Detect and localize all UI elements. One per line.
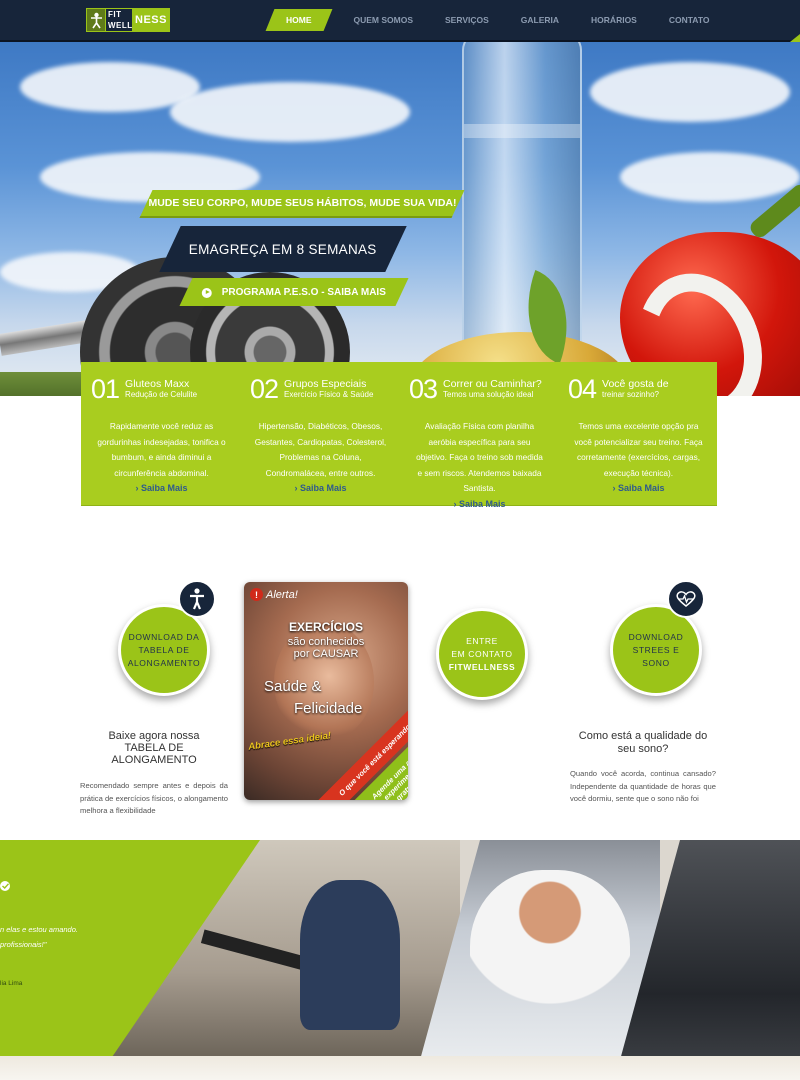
logo-figure-icon xyxy=(86,8,106,32)
saiba-mais-link[interactable]: › Saiba Mais xyxy=(250,481,391,495)
testimonial-quote: n elas e estou amando. profissionais!" xyxy=(0,925,78,949)
program-button[interactable]: PROGRAMA P.E.S.O - SAIBA MAIS xyxy=(179,278,409,306)
slogan-banner: MUDE SEU CORPO, MUDE SEUS HÁBITOS, MUDE … xyxy=(139,190,465,218)
feature-card: 03 Correr ou Caminhar? Temos uma solução … xyxy=(399,362,558,509)
saiba-mais-link[interactable]: › Saiba Mais xyxy=(568,481,709,495)
poster-line: EXERCÍCIOS xyxy=(288,620,363,634)
testimonial-gallery: n elas e estou amando. profissionais!" li… xyxy=(0,840,800,1080)
trainer-figure xyxy=(300,880,400,1030)
feature-text: Hipertensão, Diabéticos, Obesos, Gestant… xyxy=(254,421,387,478)
heartbeat-icon xyxy=(667,580,705,618)
nav-servicos[interactable]: SERVIÇOS xyxy=(429,9,505,31)
nav-contato[interactable]: CONTATO xyxy=(653,9,726,31)
logo-well: WELL xyxy=(108,21,133,30)
top-navbar: FIT WELL NESS HOME QUEM SOMOS SERVIÇOS G… xyxy=(0,0,800,42)
saiba-mais-link[interactable]: › Saiba Mais xyxy=(91,481,232,495)
sono-text: Quando você acorda, continua cansado? In… xyxy=(570,769,716,803)
features-strip: 01 Gluteos Maxx Redução de Celulite Rapid… xyxy=(81,362,717,509)
feature-title: Você gosta de xyxy=(602,378,669,390)
alongamento-title: Baixe agora nossa TABELA DE ALONGAMENTO xyxy=(108,730,200,766)
poster-line: Saúde & xyxy=(264,678,322,695)
headline-banner: EMAGREÇA EM 8 SEMANAS xyxy=(159,226,407,272)
sono-title: Como está a qualidade do seu sono? xyxy=(578,730,708,755)
play-icon xyxy=(201,287,212,297)
poster-line: são conhecidos por CAUSAR xyxy=(287,636,365,660)
feature-card: 01 Gluteos Maxx Redução de Celulite Rapid… xyxy=(81,362,240,505)
cloud xyxy=(590,62,790,122)
main-menu: HOME QUEM SOMOS SERVIÇOS GALERIA HORÁRIO… xyxy=(265,9,726,31)
poster-line: Felicidade xyxy=(294,700,363,717)
cloud xyxy=(620,152,800,202)
saiba-mais-link[interactable]: › Saiba Mais xyxy=(409,497,550,511)
feature-card: 04 Você gosta de treinar sozinho? Temos u… xyxy=(558,362,717,505)
feature-number: 02 xyxy=(250,374,279,404)
sono-info: Como está a qualidade do seu sono? Quando… xyxy=(570,730,716,806)
hero-banner: MUDE SEU CORPO, MUDE SEUS HÁBITOS, MUDE … xyxy=(0,42,800,396)
feature-number: 01 xyxy=(91,374,120,404)
feature-subtitle: Exercício Físico & Saúde xyxy=(284,390,374,399)
stretch-person-icon xyxy=(178,580,216,618)
logo-ness: NESS xyxy=(132,8,170,32)
nav-galeria[interactable]: GALERIA xyxy=(505,9,575,31)
alert-icon: ! xyxy=(250,588,263,601)
feature-subtitle: treinar sozinho? xyxy=(602,390,659,399)
nav-corner-accent xyxy=(790,34,800,42)
page-bottom-strip xyxy=(0,1056,800,1080)
nav-home[interactable]: HOME xyxy=(265,9,332,31)
feature-number: 03 xyxy=(409,374,438,404)
cloud xyxy=(170,82,410,142)
poster-line: Abrace essa ideia! xyxy=(247,730,332,753)
feature-title: Grupos Especiais xyxy=(284,378,367,390)
testimonial-author: lia Lima xyxy=(0,980,23,987)
site-logo[interactable]: FIT WELL NESS xyxy=(86,8,170,32)
alongamento-info: Baixe agora nossa TABELA DE ALONGAMENTO Re… xyxy=(80,730,228,818)
feature-title: Gluteos Maxx xyxy=(125,378,190,390)
athlete-figure xyxy=(470,870,630,1040)
feature-text: Temos uma excelente opção pra você poten… xyxy=(574,421,703,478)
logo-fit: FIT xyxy=(108,10,122,19)
feature-number: 04 xyxy=(568,374,597,404)
feature-text: Avaliação Física com planilha aeróbia es… xyxy=(416,421,543,493)
feature-card: 02 Grupos Especiais Exercício Físico & Sa… xyxy=(240,362,399,505)
check-icon xyxy=(0,881,10,891)
feature-text: Rapidamente você reduz as gordurinhas in… xyxy=(97,421,226,478)
contact-button[interactable]: ENTRE EM CONTATO FITWELLNESS xyxy=(436,608,528,700)
feature-title: Correr ou Caminhar? xyxy=(443,378,542,390)
promo-poster[interactable]: ! Alerta! EXERCÍCIOS são conhecidos por CA… xyxy=(244,582,408,800)
alongamento-text: Recomendado sempre antes e depois da prá… xyxy=(80,781,228,815)
feature-subtitle: Temos uma solução ideal xyxy=(443,390,534,399)
poster-alert: ! Alerta! xyxy=(250,588,298,601)
nav-horarios[interactable]: HORÁRIOS xyxy=(575,9,653,31)
nav-quem-somos[interactable]: QUEM SOMOS xyxy=(338,9,430,31)
feature-subtitle: Redução de Celulite xyxy=(125,390,198,399)
